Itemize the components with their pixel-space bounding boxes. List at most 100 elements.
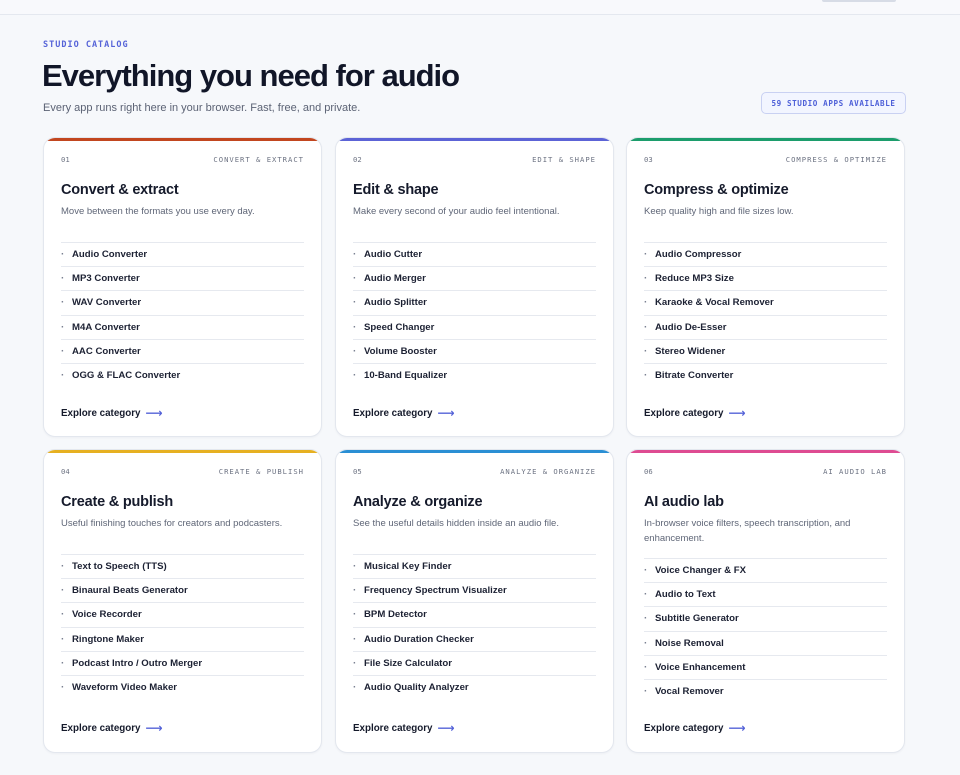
card-number: 02 (353, 155, 362, 164)
tool-item[interactable]: · MP3 Converter (61, 266, 304, 290)
arrow-right-icon: ⟶ (728, 406, 746, 420)
tool-item[interactable]: · Noise Removal (644, 630, 887, 655)
tool-item[interactable]: · Audio Quality Analyzer (353, 674, 596, 699)
bullet-icon: · (61, 370, 65, 382)
tool-list: · Musical Key Finder · Frequency Spectrum … (353, 554, 596, 699)
bullet-icon: · (644, 637, 648, 649)
tool-item[interactable]: · File Size Calculator (353, 650, 596, 675)
tool-item[interactable]: · Karaoke & Vocal Remover (644, 290, 887, 314)
tool-item[interactable]: · Audio Compressor (644, 242, 887, 266)
tool-list: · Audio Compressor · Reduce MP3 Size · Kara… (644, 242, 887, 387)
category-card-convert: 01 CONVERT & EXTRACT Convert & extract M… (43, 137, 322, 437)
tool-item[interactable]: · Ringtone Maker (61, 626, 304, 651)
card-tag: CONVERT & EXTRACT (213, 155, 304, 164)
bullet-icon: · (353, 370, 357, 382)
card-title: Edit & shape (353, 182, 439, 198)
explore-label: Explore category (61, 722, 141, 734)
tool-item[interactable]: · Audio Converter (61, 242, 304, 266)
card-description: Keep quality high and file sizes low. (644, 206, 794, 217)
tool-item[interactable]: · Reduce MP3 Size (644, 266, 887, 290)
bullet-icon: · (644, 565, 648, 577)
arrow-right-icon: ⟶ (437, 721, 455, 735)
bullet-icon: · (353, 297, 357, 309)
bullet-icon: · (644, 589, 648, 601)
tool-item[interactable]: · BPM Detector (353, 602, 596, 626)
explore-category-link[interactable]: Explore category ⟶ (353, 721, 455, 735)
tool-label: Voice Recorder (72, 609, 142, 621)
explore-category-link[interactable]: Explore category ⟶ (644, 406, 746, 420)
tool-item[interactable]: · Audio Splitter (353, 290, 596, 314)
tool-item[interactable]: · Subtitle Generator (644, 606, 887, 630)
tool-label: Karaoke & Vocal Remover (655, 297, 774, 309)
tool-label: Audio to Text (655, 589, 716, 601)
explore-category-link[interactable]: Explore category ⟶ (61, 406, 163, 420)
tool-item[interactable]: · Audio Cutter (353, 242, 596, 266)
bullet-icon: · (644, 345, 648, 357)
top-bar-button[interactable] (822, 0, 896, 2)
tool-item[interactable]: · Podcast Intro / Outro Merger (61, 650, 304, 675)
tool-item[interactable]: · WAV Converter (61, 290, 304, 314)
tool-label: Volume Booster (364, 345, 437, 357)
tool-item[interactable]: · Stereo Widener (644, 338, 887, 363)
explore-category-link[interactable]: Explore category ⟶ (644, 721, 746, 735)
tool-item[interactable]: · M4A Converter (61, 314, 304, 339)
tool-label: Speed Changer (364, 321, 435, 333)
tool-label: Vocal Remover (655, 686, 724, 698)
bullet-icon: · (353, 345, 357, 357)
tool-label: Ringtone Maker (72, 633, 144, 645)
card-tag: EDIT & SHAPE (532, 155, 596, 164)
tool-item[interactable]: · Audio Merger (353, 266, 596, 290)
explore-category-link[interactable]: Explore category ⟶ (353, 406, 455, 420)
tool-label: Binaural Beats Generator (72, 585, 188, 597)
bullet-icon: · (353, 273, 357, 285)
tool-item[interactable]: · Volume Booster (353, 338, 596, 363)
tool-item[interactable]: · 10-Band Equalizer (353, 362, 596, 387)
explore-label: Explore category (353, 722, 433, 734)
tool-item[interactable]: · Vocal Remover (644, 678, 887, 703)
tool-label: WAV Converter (72, 297, 142, 309)
tool-label: Audio Compressor (655, 249, 742, 261)
tool-item[interactable]: · Waveform Video Maker (61, 674, 304, 699)
tool-item[interactable]: · Audio De-Esser (644, 314, 887, 339)
tool-label: Audio Cutter (364, 249, 423, 261)
bullet-icon: · (61, 273, 65, 285)
bullet-icon: · (61, 561, 65, 573)
tool-item[interactable]: · Speed Changer (353, 314, 596, 339)
tool-item[interactable]: · Voice Changer & FX (644, 558, 887, 582)
bullet-icon: · (353, 633, 357, 645)
tool-label: Bitrate Converter (655, 370, 734, 382)
card-number: 03 (644, 155, 653, 164)
tool-item[interactable]: · AAC Converter (61, 338, 304, 363)
bullet-icon: · (61, 585, 65, 597)
card-description: See the useful details hidden inside an … (353, 518, 559, 529)
bullet-icon: · (61, 682, 65, 694)
category-card-create: 04 CREATE & PUBLISH Create & publish Use… (43, 449, 322, 753)
tool-list: · Audio Cutter · Audio Merger · Audio Split… (353, 242, 596, 387)
tool-item[interactable]: · Binaural Beats Generator (61, 578, 304, 602)
tool-item[interactable]: · Audio Duration Checker (353, 626, 596, 651)
tool-label: Noise Removal (655, 637, 724, 649)
arrow-right-icon: ⟶ (145, 406, 163, 420)
tool-item[interactable]: · Voice Recorder (61, 602, 304, 626)
tool-label: Audio Quality Analyzer (364, 682, 469, 694)
tool-item[interactable]: · Frequency Spectrum Visualizer (353, 578, 596, 602)
tool-label: AAC Converter (72, 345, 141, 357)
bullet-icon: · (644, 249, 648, 261)
bullet-icon: · (644, 297, 648, 309)
tool-item[interactable]: · OGG & FLAC Converter (61, 362, 304, 387)
tool-item[interactable]: · Audio to Text (644, 582, 887, 606)
explore-category-link[interactable]: Explore category ⟶ (61, 721, 163, 735)
tool-label: Musical Key Finder (364, 561, 452, 573)
card-accent-bar (336, 450, 613, 453)
bullet-icon: · (644, 661, 648, 673)
top-bar (0, 0, 960, 15)
tool-label: Voice Enhancement (655, 661, 746, 673)
card-tag: COMPRESS & OPTIMIZE (785, 155, 887, 164)
tool-item[interactable]: · Musical Key Finder (353, 554, 596, 578)
tool-item[interactable]: · Voice Enhancement (644, 654, 887, 679)
card-title: Convert & extract (61, 182, 179, 198)
card-tag: AI AUDIO LAB (823, 467, 887, 476)
card-description: Make every second of your audio feel int… (353, 206, 560, 217)
tool-item[interactable]: · Text to Speech (TTS) (61, 554, 304, 578)
tool-item[interactable]: · Bitrate Converter (644, 362, 887, 387)
